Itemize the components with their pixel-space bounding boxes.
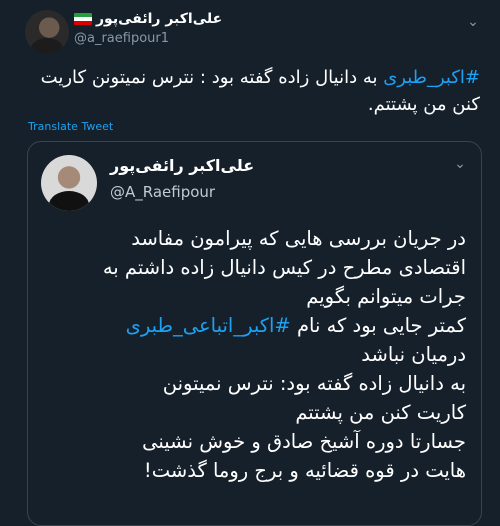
quoted-line: درمیان نباشد <box>361 343 466 366</box>
author-name[interactable]: علی‌اکبر رائفی‌پور <box>96 11 222 27</box>
iran-flag-icon <box>74 13 92 25</box>
quoted-tweet-text: در جریان بررسی هایی که پیرامون مفاسد اقت… <box>46 224 466 485</box>
author-handle[interactable]: @a_raefipour1 <box>74 31 169 46</box>
translate-tweet-link[interactable]: Translate Tweet <box>28 120 113 133</box>
quoted-line: در جریان بررسی هایی که پیرامون مفاسد <box>131 227 466 250</box>
hashtag-link[interactable]: #اکبر_اتباعی_طبری <box>126 314 291 337</box>
quoted-line: جرات میتوانم بگویم <box>306 285 466 308</box>
quoted-line: کمتر جایی بود که نام #اکبر_اتباعی_طبری <box>46 311 466 340</box>
quoted-line: کاریت کنن من پشتتم <box>295 401 466 424</box>
quoted-author-name[interactable]: علی‌اکبر رائفی‌پور <box>110 156 254 175</box>
quoted-line: جسارتا دوره آشیخ صادق و خوش نشینی <box>142 430 466 453</box>
chevron-down-icon[interactable]: ⌄ <box>452 156 468 172</box>
tweet-text: #اکبر_طبری به دانیال زاده گفته بود : نتر… <box>20 64 480 118</box>
chevron-down-icon[interactable]: ⌄ <box>465 14 481 30</box>
quoted-line: به دانیال زاده گفته بود: نترس نمیتونن <box>162 372 466 395</box>
avatar[interactable] <box>25 10 69 54</box>
hashtag-link[interactable]: #اکبر_طبری <box>383 67 480 88</box>
quoted-author-handle[interactable]: @A_Raefipour <box>110 183 215 201</box>
quoted-tweet[interactable]: علی‌اکبر رائفی‌پور @A_Raefipour ⌄ در جری… <box>27 141 482 526</box>
quoted-line: هایت در قوه قضائیه و برج روما گذشت! <box>143 459 466 482</box>
quoted-line-text: کمتر جایی بود که نام <box>296 314 466 337</box>
tweet: علی‌اکبر رائفی‌پور @a_raefipour1 ⌄ #اکبر… <box>0 0 500 526</box>
quoted-avatar[interactable] <box>41 155 97 211</box>
quoted-line: اقتصادی مطرح در کیس دانیال زاده داشتم به <box>102 256 466 279</box>
